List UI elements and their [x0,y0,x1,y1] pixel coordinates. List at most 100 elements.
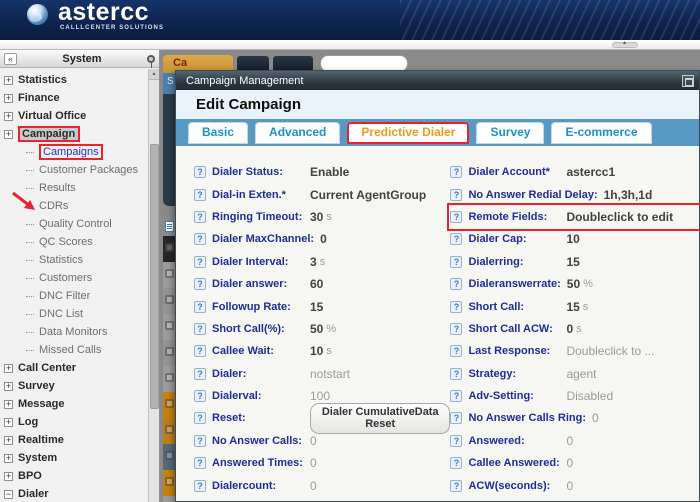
field-value-short-call[interactable]: 50 [310,322,323,336]
help-icon[interactable]: ? [194,390,206,402]
sidebar-item-realtime[interactable]: +Realtime [0,431,148,449]
field-row-reset: ?Reset:Dialer CumulativeData Reset [194,407,450,429]
expand-icon[interactable]: + [4,94,13,103]
tab-survey[interactable]: Survey [476,122,544,144]
sidebar-item-qc-scores[interactable]: QC Scores [0,233,148,251]
help-icon[interactable]: ? [450,278,462,290]
help-icon[interactable]: ? [194,301,206,313]
help-icon[interactable]: ? [194,211,206,223]
field-label: Answered Times: [212,457,310,469]
help-icon[interactable]: ? [194,233,206,245]
expand-icon[interactable]: + [4,400,13,409]
help-icon[interactable]: ? [194,256,206,268]
help-icon[interactable]: ? [450,211,462,223]
sidebar-scrollbar[interactable]: ▲ [148,69,159,502]
dialog-maximize-icon[interactable] [682,75,694,87]
help-icon[interactable]: ? [450,233,462,245]
sidebar-item-system[interactable]: +System [0,449,148,467]
help-icon[interactable]: ? [450,368,462,380]
field-value-last-response[interactable]: Doubleclick to ... [566,344,654,358]
help-icon[interactable]: ? [194,345,206,357]
expand-icon[interactable]: + [4,130,13,139]
sidebar-item-campaigns[interactable]: Campaigns [0,143,148,161]
scrollbar-thumb[interactable] [150,144,159,409]
sidebar-item-statistics[interactable]: +Statistics [0,71,148,89]
field-value-short-call-acw[interactable]: 0 [566,322,573,336]
help-icon[interactable]: ? [450,323,462,335]
help-icon[interactable]: ? [450,256,462,268]
expand-icon[interactable]: + [4,472,13,481]
help-icon[interactable]: ? [450,457,462,469]
expand-icon[interactable]: + [4,418,13,427]
sidebar-item-call-center[interactable]: +Call Center [0,359,148,377]
expand-icon[interactable]: + [4,454,13,463]
sidebar-item-dialer[interactable]: −Dialer [0,485,148,502]
sidebar-item-statistics[interactable]: Statistics [0,251,148,269]
field-value-answered: 0 [566,434,573,448]
help-icon[interactable]: ? [450,435,462,447]
field-value-dialer-answer[interactable]: 60 [310,277,323,291]
field-value-followup-rate[interactable]: 15 [310,300,323,314]
help-icon[interactable]: ? [450,166,462,178]
sidebar-collapse-button[interactable]: « [4,53,17,65]
sidebar-item-data-monitors[interactable]: Data Monitors [0,323,148,341]
field-value-ringing-timeout[interactable]: 30 [310,210,323,224]
sidebar-item-log[interactable]: +Log [0,413,148,431]
field-unit: % [583,278,593,290]
field-value-callee-wait[interactable]: 10 [310,344,323,358]
help-icon[interactable]: ? [194,480,206,492]
expand-icon[interactable]: + [4,382,13,391]
tab-predictive-dialer[interactable]: Predictive Dialer [347,122,469,144]
tab-basic[interactable]: Basic [188,122,248,144]
help-icon[interactable]: ? [194,278,206,290]
field-value-dialerring[interactable]: 15 [566,255,579,269]
dialog-titlebar[interactable]: Campaign Management [176,71,699,90]
field-value-dialer-status[interactable]: Enable [310,165,349,179]
sidebar-item-missed-calls[interactable]: Missed Calls [0,341,148,359]
expand-icon[interactable]: + [4,436,13,445]
field-value-short-call[interactable]: 15 [566,300,579,314]
help-icon[interactable]: ? [450,301,462,313]
help-icon[interactable]: ? [450,480,462,492]
field-value-no-answer-redial-delay[interactable]: 1h,3h,1d [604,188,653,202]
sidebar-item-survey[interactable]: +Survey [0,377,148,395]
help-icon[interactable]: ? [194,435,206,447]
field-value-dialer-maxchannel[interactable]: 0 [320,232,327,246]
help-icon[interactable]: ? [450,189,462,201]
sidebar-item-virtual-office[interactable]: +Virtual Office [0,107,148,125]
expand-icon[interactable]: + [4,76,13,85]
expand-icon[interactable]: + [4,364,13,373]
collapse-icon[interactable]: − [4,490,13,499]
help-icon[interactable]: ? [450,390,462,402]
sidebar-item-message[interactable]: +Message [0,395,148,413]
sidebar-item-customers[interactable]: Customers [0,269,148,287]
sidebar-item-customer-packages[interactable]: Customer Packages [0,161,148,179]
field-value-dialer-cap[interactable]: 10 [566,232,579,246]
help-icon[interactable]: ? [194,457,206,469]
expand-icon[interactable]: + [4,112,13,121]
field-label: Followup Rate: [212,301,310,313]
sidebar-item-finance[interactable]: +Finance [0,89,148,107]
help-icon[interactable]: ? [450,412,462,424]
sidebar-item-campaign[interactable]: +Campaign [0,125,148,143]
field-value-remote-fields[interactable]: Doubleclick to edit [566,210,673,224]
sidebar-item-quality-control[interactable]: Quality Control [0,215,148,233]
sidebar-item-dnc-filter[interactable]: DNC Filter [0,287,148,305]
field-value-dialer-interval[interactable]: 3 [310,255,317,269]
help-icon[interactable]: ? [194,412,206,424]
help-icon[interactable]: ? [194,368,206,380]
help-icon[interactable]: ? [450,345,462,357]
tab-e-commerce[interactable]: E-commerce [551,122,651,144]
field-value-dialeranswerrate[interactable]: 50 [567,277,580,291]
field-value-dialer-account[interactable]: astercc1 [566,165,615,179]
scrollbar-up-icon[interactable]: ▲ [149,69,159,80]
collapse-handle-icon[interactable] [612,42,638,48]
tab-advanced[interactable]: Advanced [255,122,340,144]
help-icon[interactable]: ? [194,189,206,201]
help-icon[interactable]: ? [194,323,206,335]
sidebar-item-dnc-list[interactable]: DNC List [0,305,148,323]
field-value-dial-in-exten[interactable]: Current AgentGroup [310,188,426,202]
pin-icon[interactable] [147,55,155,63]
help-icon[interactable]: ? [194,166,206,178]
sidebar-item-bpo[interactable]: +BPO [0,467,148,485]
